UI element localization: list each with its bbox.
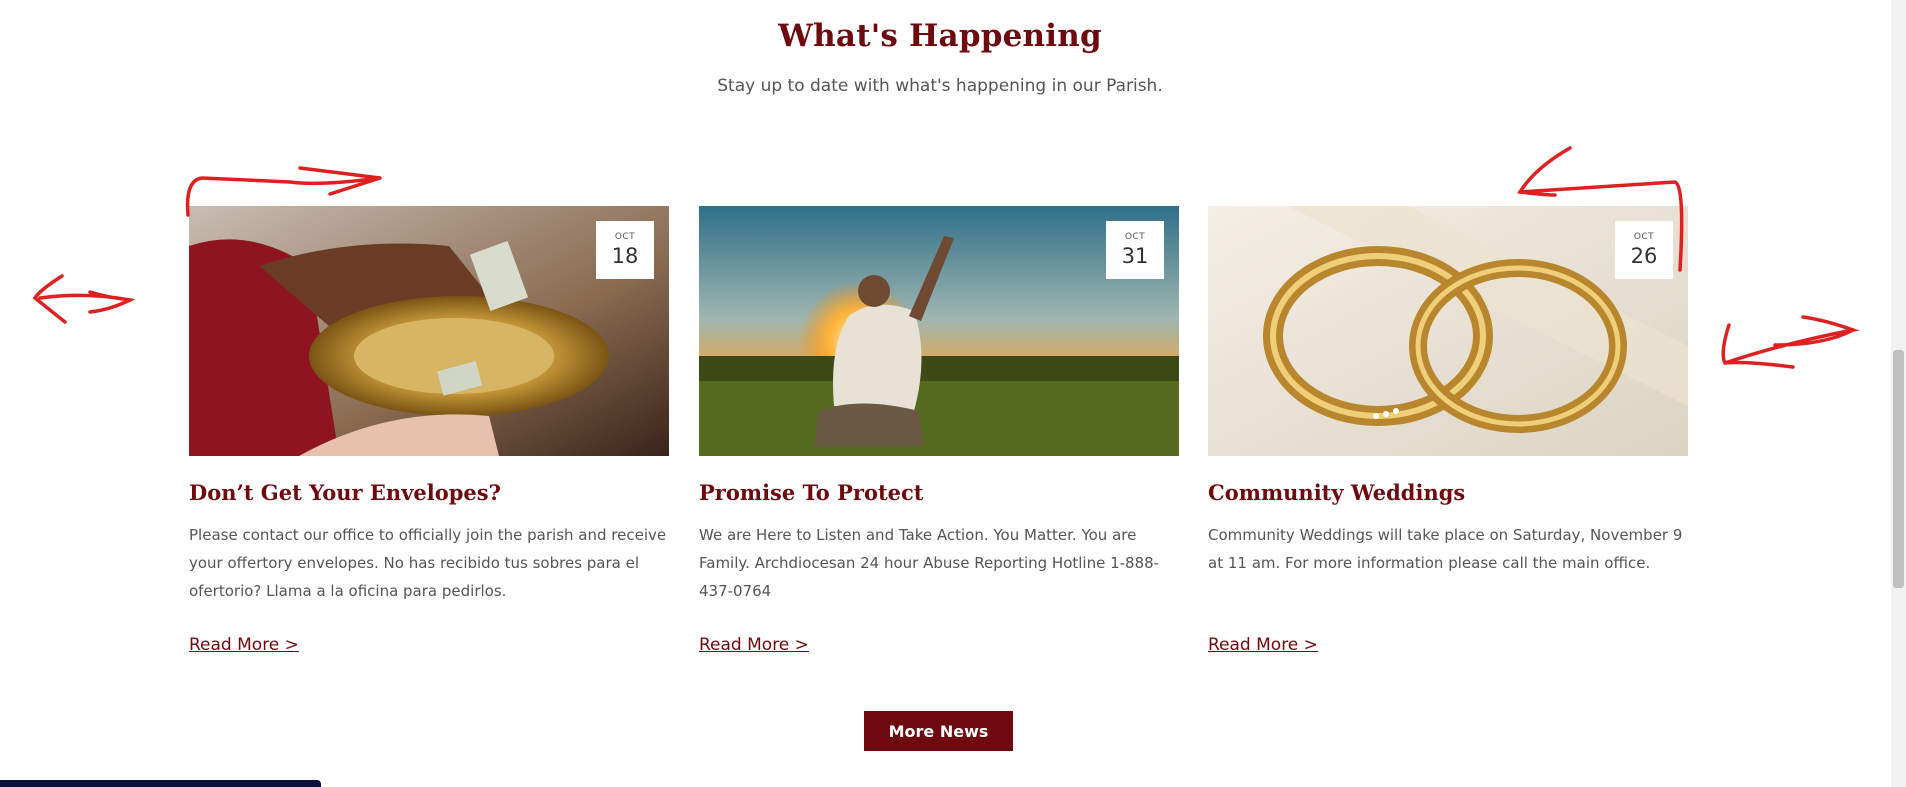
read-more-link[interactable]: Read More > — [189, 635, 299, 655]
annotation-arrow-icon — [32, 274, 136, 324]
card-text: Community Weddings will take place on Sa… — [1208, 526, 1683, 572]
more-news-button[interactable]: More News — [864, 711, 1013, 751]
card-text: We are Here to Listen and Take Action. Y… — [699, 526, 1160, 600]
date-day: 31 — [1121, 244, 1149, 268]
card-text: Please contact our office to officially … — [189, 526, 667, 600]
card-title[interactable]: Promise To Protect — [699, 480, 1179, 505]
scrollbar[interactable] — [1891, 0, 1906, 787]
date-badge: OCT 31 — [1106, 221, 1164, 279]
status-bar — [0, 780, 321, 787]
card-title[interactable]: Community Weddings — [1208, 480, 1688, 505]
card-title[interactable]: Don’t Get Your Envelopes? — [189, 480, 669, 505]
date-badge: OCT 18 — [596, 221, 654, 279]
date-month: OCT — [614, 232, 636, 242]
annotation-arrow-icon — [1517, 146, 1684, 272]
read-more-link[interactable]: Read More > — [699, 635, 809, 655]
annotation-arrow-icon — [185, 166, 382, 217]
news-card: OCT 31 Promise To Protect We are Here to… — [699, 206, 1179, 655]
read-more-link[interactable]: Read More > — [1208, 635, 1318, 655]
date-month: OCT — [1124, 232, 1146, 242]
section-title: What's Happening — [778, 18, 1102, 54]
offering-plate-image[interactable]: OCT 18 — [189, 206, 669, 456]
scrollbar-thumb[interactable] — [1893, 350, 1904, 588]
sunset-prayer-image[interactable]: OCT 31 — [699, 206, 1179, 456]
news-card: OCT 18 Don’t Get Your Envelopes? Please … — [189, 206, 669, 655]
annotation-arrow-icon — [1721, 315, 1860, 369]
date-day: 18 — [611, 244, 639, 268]
section-subtitle: Stay up to date with what's happening in… — [717, 76, 1163, 96]
